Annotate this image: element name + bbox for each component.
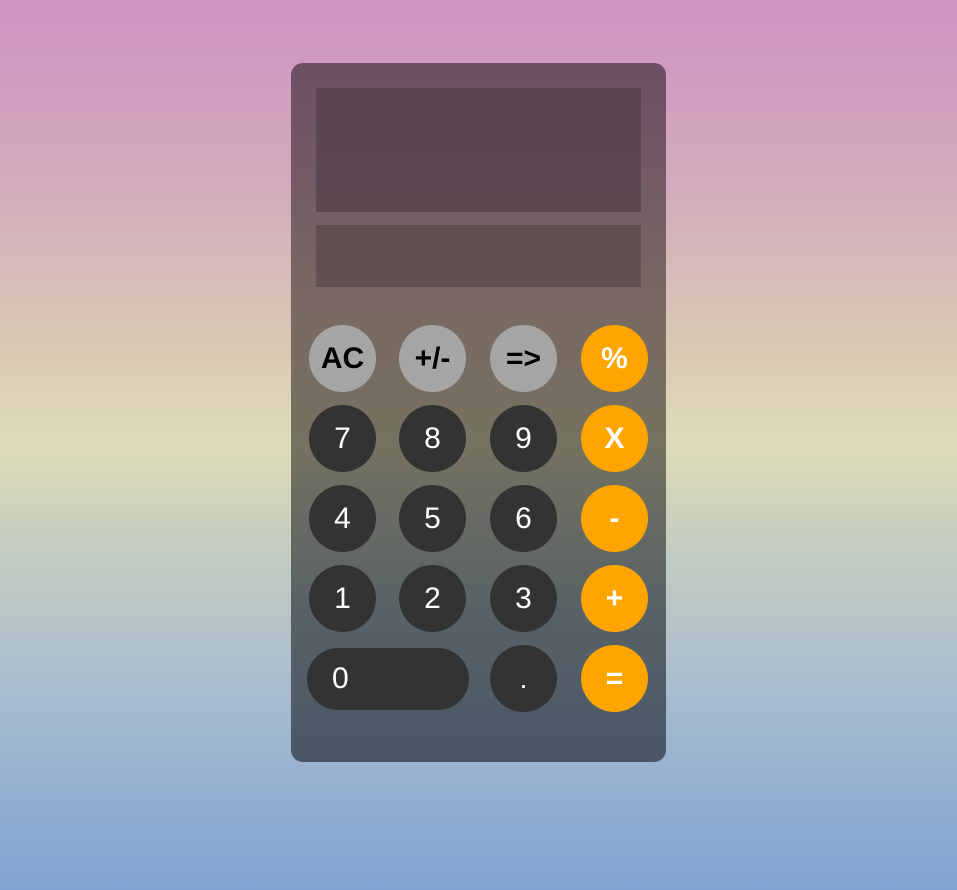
equals-button[interactable]: =	[581, 645, 648, 712]
ac-button[interactable]: AC	[309, 325, 376, 392]
digit-5-button[interactable]: 5	[399, 485, 466, 552]
digit-8-button[interactable]: 8	[399, 405, 466, 472]
history-display	[316, 88, 641, 212]
digit-3-button[interactable]: 3	[490, 565, 557, 632]
digit-6-button[interactable]: 6	[490, 485, 557, 552]
result-display	[316, 225, 641, 287]
digit-2-button[interactable]: 2	[399, 565, 466, 632]
digit-0-button[interactable]: 0	[307, 648, 469, 710]
backspace-button[interactable]: =>	[490, 325, 557, 392]
digit-1-button[interactable]: 1	[309, 565, 376, 632]
digit-7-button[interactable]: 7	[309, 405, 376, 472]
add-button[interactable]: +	[581, 565, 648, 632]
digit-9-button[interactable]: 9	[490, 405, 557, 472]
digit-4-button[interactable]: 4	[309, 485, 376, 552]
toggle-sign-button[interactable]: +/-	[399, 325, 466, 392]
subtract-button[interactable]: -	[581, 485, 648, 552]
calculator: AC +/- => % 7 8 9 X 4 5 6 - 1 2 3 + 0 . …	[291, 63, 666, 762]
percent-button[interactable]: %	[581, 325, 648, 392]
multiply-button[interactable]: X	[581, 405, 648, 472]
decimal-button[interactable]: .	[490, 645, 557, 712]
